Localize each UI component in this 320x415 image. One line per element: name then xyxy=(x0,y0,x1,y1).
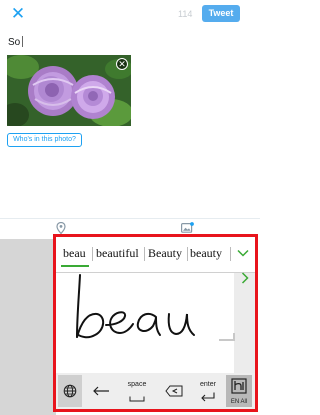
space-bar-icon xyxy=(129,396,145,402)
chevron-right-icon[interactable] xyxy=(236,271,254,289)
enter-key-label: enter xyxy=(200,381,216,388)
language-switch-key[interactable] xyxy=(58,375,82,407)
handwriting-keyboard: beau beautiful Beauty beauty ^ beau xyxy=(53,234,258,412)
space-key-label: space xyxy=(127,381,147,388)
attached-photo[interactable] xyxy=(7,55,131,126)
character-counter: 114 xyxy=(178,9,193,19)
writing-guide-corner xyxy=(219,333,235,341)
candidate-separator xyxy=(144,247,145,261)
tweet-text: So xyxy=(8,37,21,48)
arrow-left-icon xyxy=(93,386,109,396)
handwriting-mode-icon xyxy=(231,378,247,394)
input-mode-label: EN All xyxy=(230,399,248,405)
candidate-bar: beau beautiful Beauty beauty xyxy=(56,237,255,273)
remove-photo-icon[interactable]: ✕ xyxy=(116,58,128,70)
location-pin-icon[interactable] xyxy=(56,222,66,234)
enter-icon xyxy=(201,392,215,402)
keyboard-function-row: space enter EN All xyxy=(56,373,255,409)
rose-photo xyxy=(7,55,131,126)
add-photo-icon[interactable] xyxy=(181,222,194,233)
handwriting-ink xyxy=(76,274,195,339)
candidate-separator xyxy=(187,247,188,261)
who-in-photo-button[interactable]: Who's in this photo? xyxy=(7,133,82,147)
keyboard-background xyxy=(0,239,56,415)
text-caret xyxy=(22,36,24,47)
delete-key[interactable] xyxy=(159,375,189,407)
tweet-button[interactable]: Tweet xyxy=(202,5,240,22)
space-key[interactable]: space xyxy=(120,375,154,407)
chevron-down-icon[interactable] xyxy=(232,243,254,263)
backspace-key[interactable] xyxy=(86,375,116,407)
input-mode-key[interactable]: EN All xyxy=(226,375,252,407)
compose-header: ✕ 114 Tweet xyxy=(0,0,260,28)
enter-key[interactable]: enter xyxy=(193,375,223,407)
globe-icon xyxy=(63,384,77,398)
tweet-text-field[interactable]: So xyxy=(8,36,24,48)
selected-candidate-indicator xyxy=(61,265,89,267)
candidate-word[interactable]: beautiful xyxy=(96,246,139,261)
candidate-word[interactable]: Beauty xyxy=(148,246,182,261)
delete-icon xyxy=(165,385,183,397)
close-icon[interactable]: ✕ xyxy=(10,5,26,22)
candidate-separator xyxy=(92,247,93,261)
candidate-word[interactable]: beau xyxy=(63,246,86,261)
toolbar-divider xyxy=(0,218,260,219)
candidate-word[interactable]: beauty xyxy=(190,246,222,261)
candidate-separator xyxy=(230,247,231,261)
handwriting-canvas[interactable]: ^ beau xyxy=(56,273,234,404)
